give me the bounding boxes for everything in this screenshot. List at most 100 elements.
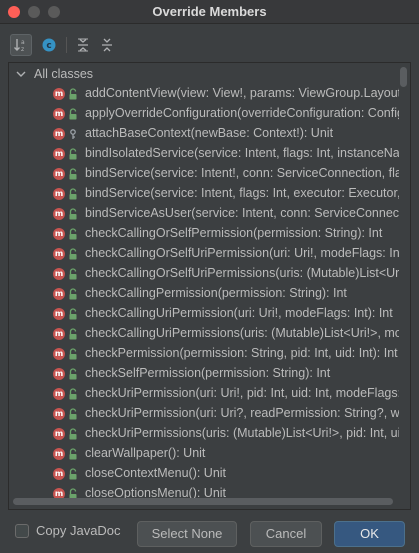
- member-signature: checkUriPermission(uri: Uri!, pid: Int, …: [85, 386, 399, 400]
- method-icon: m: [53, 88, 65, 100]
- public-lock-icon: [69, 228, 77, 240]
- collapse-all-button[interactable]: [96, 34, 118, 56]
- method-icon: m: [53, 268, 65, 280]
- select-none-button[interactable]: Select None: [137, 521, 237, 547]
- member-signature: checkCallingPermission(permission: Strin…: [85, 286, 347, 300]
- public-lock-icon: [69, 248, 77, 260]
- member-row[interactable]: m checkCallingUriPermissions(uris: (Mutab…: [9, 324, 399, 344]
- member-signature: checkUriPermission(uri: Uri?, readPermis…: [85, 406, 399, 420]
- horizontal-scrollbar[interactable]: [13, 498, 393, 505]
- method-icon: m: [53, 208, 65, 220]
- public-lock-icon: [69, 448, 77, 460]
- svg-text:z: z: [21, 46, 24, 53]
- member-signature: bindService(service: Intent, flags: Int,…: [85, 186, 399, 200]
- member-row[interactable]: m clearWallpaper(): Unit: [9, 444, 399, 464]
- member-row[interactable]: m checkSelfPermission(permission: String)…: [9, 364, 399, 384]
- method-icon: m: [53, 448, 65, 460]
- member-row[interactable]: m checkUriPermission(uri: Uri!, pid: Int,…: [9, 384, 399, 404]
- tree-group-all-classes[interactable]: All classes: [9, 65, 399, 85]
- svg-text:a: a: [21, 39, 25, 46]
- member-signature: checkCallingUriPermissions(uris: (Mutabl…: [85, 326, 399, 340]
- method-icon: m: [53, 368, 65, 380]
- sort-alphabetically-button[interactable]: a z: [10, 34, 32, 56]
- public-lock-icon: [69, 428, 77, 440]
- method-icon: m: [53, 408, 65, 420]
- member-row[interactable]: m checkUriPermission(uri: Uri?, readPermi…: [9, 404, 399, 424]
- public-lock-icon: [69, 288, 77, 300]
- public-lock-icon: [69, 268, 77, 280]
- member-signature: checkSelfPermission(permission: String):…: [85, 366, 331, 380]
- public-lock-icon: [69, 328, 77, 340]
- member-row[interactable]: m bindService(service: Intent!, conn: Ser…: [9, 164, 399, 184]
- public-lock-icon: [69, 188, 77, 200]
- svg-text:c: c: [46, 41, 51, 51]
- public-lock-icon: [69, 348, 77, 360]
- member-row[interactable]: m bindIsolatedService(service: Intent, fl…: [9, 144, 399, 164]
- expand-all-icon: [78, 38, 88, 52]
- expand-all-button[interactable]: [72, 34, 94, 56]
- show-classes-icon: c: [42, 38, 56, 52]
- toolbar: a z c: [8, 34, 411, 58]
- member-signature: checkCallingUriPermission(uri: Uri!, mod…: [85, 306, 393, 320]
- sort-alphabetically-icon: a z: [14, 39, 25, 53]
- method-icon: m: [53, 168, 65, 180]
- collapse-all-icon: [102, 38, 112, 52]
- member-row[interactable]: m closeContextMenu(): Unit: [9, 464, 399, 484]
- member-row[interactable]: m checkCallingPermission(permission: Stri…: [9, 284, 399, 304]
- public-lock-icon: [69, 368, 77, 380]
- toolbar-separator: [66, 37, 67, 53]
- method-icon: m: [53, 428, 65, 440]
- member-row[interactable]: m attachBaseContext(newBase: Context!): U…: [9, 124, 399, 144]
- method-icon: m: [53, 348, 65, 360]
- method-icon: m: [53, 228, 65, 240]
- member-row[interactable]: m bindService(service: Intent, flags: Int…: [9, 184, 399, 204]
- public-lock-icon: [69, 308, 77, 320]
- copy-javadoc-checkbox[interactable]: [15, 524, 29, 538]
- member-signature: closeContextMenu(): Unit: [85, 466, 227, 480]
- member-signature: checkCallingOrSelfUriPermissions(uris: (…: [85, 266, 399, 280]
- member-row[interactable]: m applyOverrideConfiguration(overrideConf…: [9, 104, 399, 124]
- public-lock-icon: [69, 148, 77, 160]
- title-bar: Override Members: [0, 0, 419, 24]
- member-signature: bindServiceAsUser(service: Intent, conn:…: [85, 206, 399, 220]
- chevron-down-icon[interactable]: [15, 68, 27, 80]
- member-signature: checkPermission(permission: String, pid:…: [85, 346, 398, 360]
- show-classes-button[interactable]: c: [38, 34, 60, 56]
- member-signature: checkUriPermissions(uris: (Mutable)List<…: [85, 426, 399, 440]
- method-icon: m: [53, 188, 65, 200]
- member-signature: addContentView(view: View!, params: View…: [85, 86, 399, 100]
- public-lock-icon: [69, 168, 77, 180]
- public-lock-icon: [69, 468, 77, 480]
- cancel-button[interactable]: Cancel: [250, 521, 322, 547]
- copy-javadoc-label: Copy JavaDoc: [36, 523, 121, 538]
- member-row[interactable]: m checkUriPermissions(uris: (Mutable)List…: [9, 424, 399, 444]
- dialog-footer: Copy JavaDoc Select None Cancel OK: [0, 516, 419, 553]
- member-signature: bindService(service: Intent!, conn: Serv…: [85, 166, 399, 180]
- member-signature: attachBaseContext(newBase: Context!): Un…: [85, 126, 334, 140]
- group-label: All classes: [34, 67, 94, 81]
- member-row[interactable]: m checkCallingOrSelfUriPermission(uri: Ur…: [9, 244, 399, 264]
- vertical-scrollbar[interactable]: [400, 67, 407, 87]
- member-signature: checkCallingOrSelfUriPermission(uri: Uri…: [85, 246, 399, 260]
- method-icon: m: [53, 388, 65, 400]
- method-icon: m: [53, 288, 65, 300]
- method-icon: m: [53, 468, 65, 480]
- method-icon: m: [53, 108, 65, 120]
- member-row[interactable]: m checkCallingOrSelfPermission(permission…: [9, 224, 399, 244]
- member-signature: bindIsolatedService(service: Intent, fla…: [85, 146, 399, 160]
- member-signature: applyOverrideConfiguration(overrideConfi…: [85, 106, 399, 120]
- member-row[interactable]: m addContentView(view: View!, params: Vie…: [9, 84, 399, 104]
- method-icon: m: [53, 128, 65, 140]
- member-row[interactable]: m checkCallingUriPermission(uri: Uri!, mo…: [9, 304, 399, 324]
- method-icon: m: [53, 148, 65, 160]
- member-signature: clearWallpaper(): Unit: [85, 446, 206, 460]
- public-lock-icon: [69, 108, 77, 120]
- members-tree[interactable]: All classes m addContentView(view: View!,…: [8, 62, 411, 510]
- ok-button[interactable]: OK: [334, 521, 405, 547]
- method-icon: m: [53, 308, 65, 320]
- member-row[interactable]: m bindServiceAsUser(service: Intent, conn…: [9, 204, 399, 224]
- member-row[interactable]: m checkCallingOrSelfUriPermissions(uris: …: [9, 264, 399, 284]
- method-icon: m: [53, 328, 65, 340]
- member-row[interactable]: m checkPermission(permission: String, pid…: [9, 344, 399, 364]
- public-lock-icon: [69, 388, 77, 400]
